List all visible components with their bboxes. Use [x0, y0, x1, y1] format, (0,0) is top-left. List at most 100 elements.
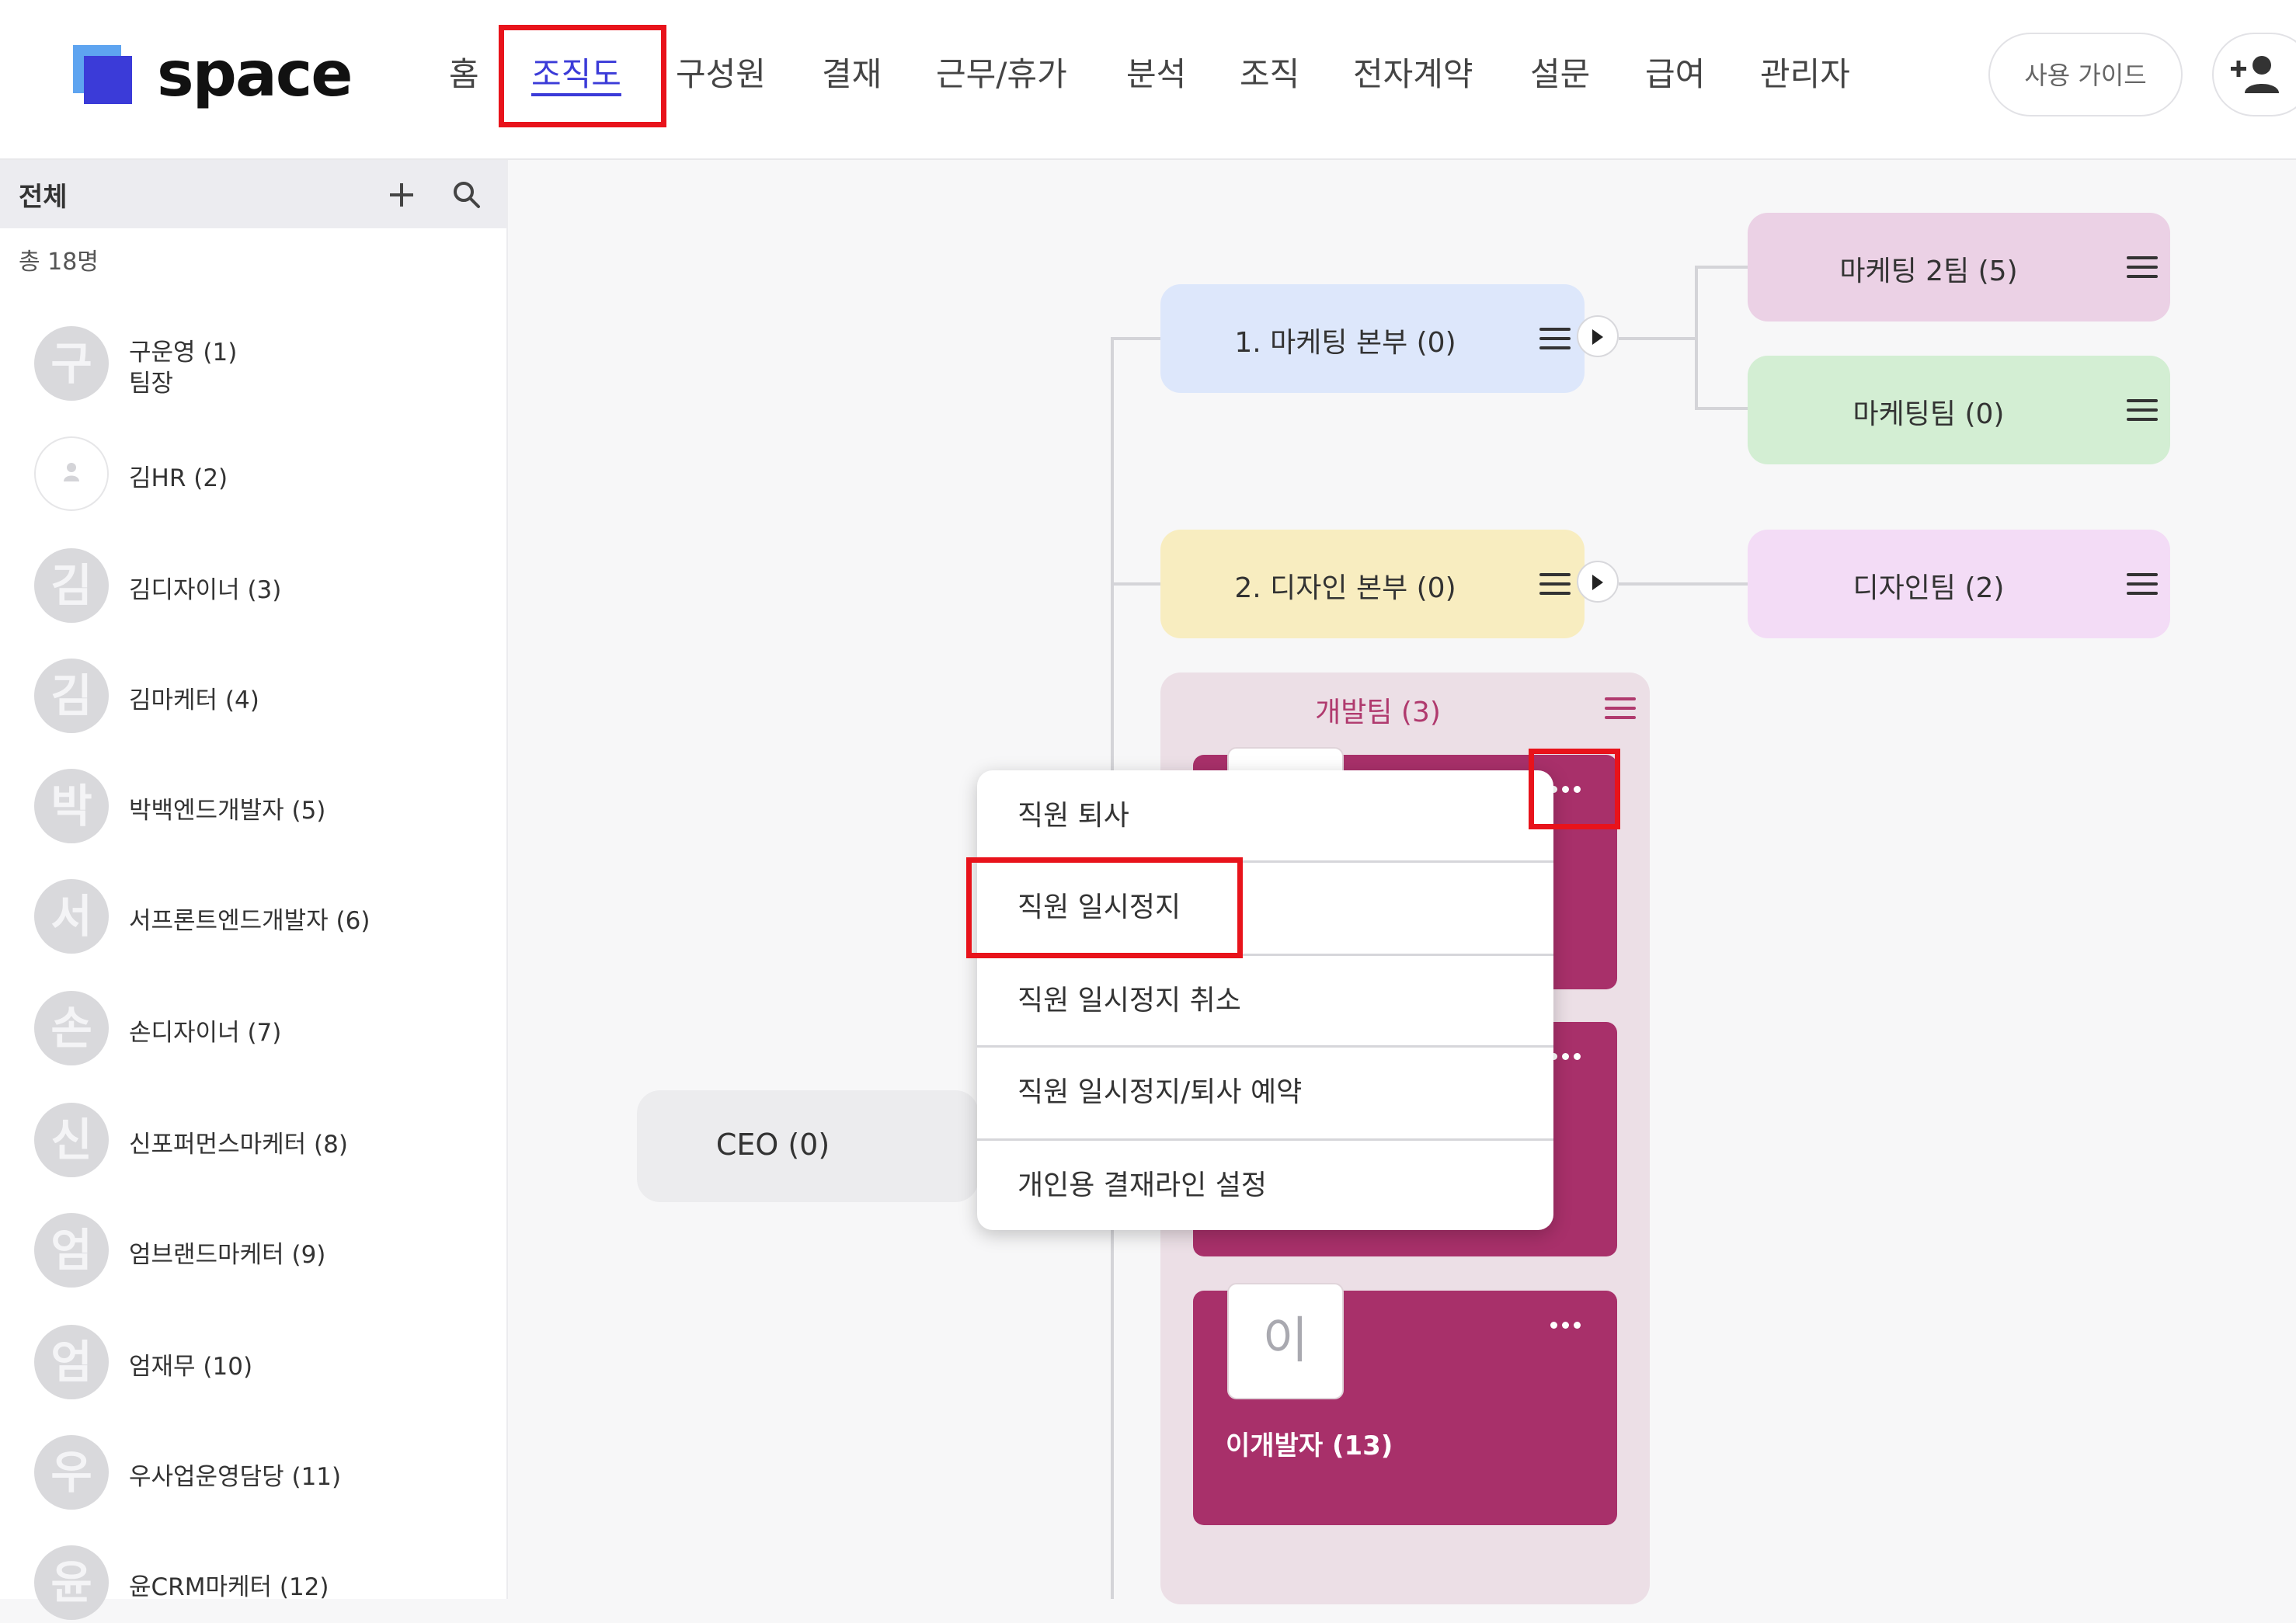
hamburger-menu-icon[interactable]: [1605, 697, 1636, 721]
member-name: 구운영 (1): [129, 339, 238, 367]
team-node-marketing-2[interactable]: 마케팅 2팀 (5): [1748, 213, 2170, 321]
more-options-icon[interactable]: [1550, 1053, 1586, 1064]
member-name: 신포퍼먼스마케터 (8): [129, 1131, 348, 1159]
member-role: 팀장: [129, 370, 174, 398]
list-item[interactable]: 엄 엄재무 (10): [34, 1325, 485, 1402]
node-label: 마케팅 2팀 (5): [1839, 255, 2018, 287]
connector-line: [1695, 266, 1698, 408]
member-name: 윤CRM마케터 (12): [129, 1573, 329, 1601]
member-name: 우사업운영담당 (11): [129, 1463, 342, 1491]
hamburger-menu-icon[interactable]: [1539, 328, 1571, 351]
list-item[interactable]: 윤 윤CRM마케터 (12): [34, 1545, 485, 1623]
highlight-box-more-options: [1529, 749, 1620, 829]
list-item[interactable]: 엄 엄브랜드마케터 (9): [34, 1213, 485, 1291]
connector-line: [1111, 582, 1162, 586]
node-label: 2. 디자인 본부 (0): [1234, 572, 1456, 604]
connector-line: [1695, 407, 1748, 410]
add-user-button[interactable]: [2212, 33, 2296, 116]
expand-button[interactable]: [1577, 561, 1619, 603]
member-name: 엄재무 (10): [129, 1353, 253, 1381]
nav-admin[interactable]: 관리자: [1760, 43, 1850, 106]
hamburger-menu-icon[interactable]: [1539, 573, 1571, 596]
avatar: 구: [34, 326, 109, 401]
menu-item-personal-approval-line[interactable]: 개인용 결재라인 설정: [977, 1140, 1553, 1232]
connector-line: [1619, 337, 1696, 340]
nav-home[interactable]: 홈: [449, 43, 479, 106]
space-logo[interactable]: space: [73, 38, 353, 116]
list-item[interactable]: 김 김디자이너 (3): [34, 548, 485, 626]
logo-mark-icon: [73, 45, 134, 106]
member-name: 손디자이너 (7): [129, 1019, 282, 1047]
list-item[interactable]: 김 김마케터 (4): [34, 659, 485, 736]
member-count: 총 18명: [19, 248, 99, 276]
search-icon[interactable]: [449, 177, 485, 213]
member-name: 김마케터 (4): [129, 686, 259, 714]
add-user-icon: [2231, 56, 2279, 93]
nav-approval[interactable]: 결재: [822, 43, 882, 106]
member-context-menu: 직원 퇴사 직원 일시정지 직원 일시정지 취소 직원 일시정지/퇴사 예약 개…: [977, 770, 1553, 1230]
ceo-node[interactable]: CEO (0): [637, 1090, 979, 1202]
team-node-design[interactable]: 디자인팀 (2): [1748, 530, 2170, 638]
member-card[interactable]: 이 이개발자 (13): [1193, 1283, 1617, 1525]
sidebar-title: 전체: [19, 182, 68, 213]
avatar: 우: [34, 1435, 109, 1510]
user-placeholder-icon: [64, 463, 79, 481]
list-item[interactable]: 손 손디자이너 (7): [34, 991, 485, 1069]
hamburger-menu-icon[interactable]: [2127, 256, 2158, 280]
nav-payroll[interactable]: 급여: [1645, 43, 1705, 106]
highlight-box-suspend: [966, 857, 1243, 958]
team-title: 개발팀 (3): [1315, 697, 1441, 728]
plus-icon[interactable]: [384, 177, 419, 213]
connector-line: [1111, 337, 1162, 340]
avatar: 손: [34, 991, 109, 1065]
list-item[interactable]: 우 우사업운영담당 (11): [34, 1435, 485, 1513]
member-name: 엄브랜드마케터 (9): [129, 1241, 326, 1269]
node-label: 디자인팀 (2): [1852, 572, 2005, 604]
user-guide-button[interactable]: 사용 가이드: [1988, 33, 2183, 116]
hamburger-menu-icon[interactable]: [2127, 399, 2158, 422]
triangle-right-icon: [1592, 575, 1603, 590]
connector-line: [1619, 582, 1748, 586]
nav-work-leave[interactable]: 근무/휴가: [936, 43, 1067, 106]
node-label: 1. 마케팅 본부 (0): [1234, 327, 1456, 359]
member-name: 김HR (2): [129, 464, 228, 492]
dept-node-marketing[interactable]: 1. 마케팅 본부 (0): [1160, 284, 1585, 393]
sidebar-header: 전체: [0, 160, 506, 228]
avatar: 서: [34, 879, 109, 954]
menu-item-schedule-suspend-resign[interactable]: 직원 일시정지/퇴사 예약: [977, 1047, 1553, 1138]
connector-line: [1695, 266, 1748, 269]
avatar: 김: [34, 659, 109, 733]
menu-item-resign[interactable]: 직원 퇴사: [977, 770, 1553, 862]
node-label: CEO (0): [715, 1128, 830, 1162]
avatar: 엄: [34, 1213, 109, 1288]
nav-analytics[interactable]: 분석: [1126, 43, 1186, 106]
nav-members[interactable]: 구성원: [676, 43, 766, 106]
triangle-right-icon: [1592, 329, 1603, 345]
avatar: 윤: [34, 1545, 109, 1620]
list-item[interactable]: 서 서프론트엔드개발자 (6): [34, 879, 485, 957]
member-card-avatar: 이: [1227, 1283, 1344, 1399]
menu-item-cancel-suspend[interactable]: 직원 일시정지 취소: [977, 955, 1553, 1047]
avatar: 박: [34, 769, 109, 843]
team-node-marketing[interactable]: 마케팅팀 (0): [1748, 356, 2170, 464]
list-item[interactable]: 김HR (2): [34, 436, 485, 514]
expand-button[interactable]: [1577, 315, 1619, 357]
dept-node-design[interactable]: 2. 디자인 본부 (0): [1160, 530, 1585, 638]
top-header: space 홈 조직도 구성원 결재 근무/휴가 분석 조직 전자계약 설문 급…: [0, 0, 2296, 160]
highlight-box-nav: [499, 25, 666, 127]
avatar: [34, 436, 109, 511]
member-name: 박백엔드개발자 (5): [129, 797, 326, 825]
list-item[interactable]: 구 구운영 (1) 팀장: [34, 326, 485, 404]
member-sidebar: 전체 총 18명 구 구운영 (1) 팀장 김HR (2) 김 김디자이너 (3…: [0, 160, 508, 1620]
hamburger-menu-icon[interactable]: [2127, 573, 2158, 596]
member-name: 서프론트엔드개발자 (6): [129, 907, 370, 935]
list-item[interactable]: 박 박백엔드개발자 (5): [34, 769, 485, 846]
nav-e-contract[interactable]: 전자계약: [1353, 43, 1473, 106]
more-options-icon[interactable]: [1550, 1322, 1586, 1333]
nav-survey[interactable]: 설문: [1530, 43, 1590, 106]
member-name: 김디자이너 (3): [129, 576, 282, 604]
list-item[interactable]: 신 신포퍼먼스마케터 (8): [34, 1103, 485, 1180]
avatar: 엄: [34, 1325, 109, 1399]
logo-text: space: [157, 38, 353, 110]
nav-organization[interactable]: 조직: [1240, 43, 1299, 106]
